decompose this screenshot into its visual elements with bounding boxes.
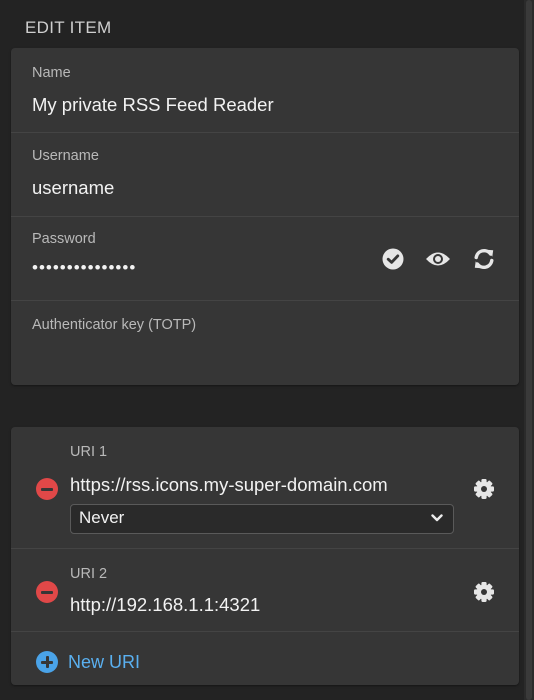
check-password-icon[interactable] [379, 245, 407, 273]
plus-circle-icon [36, 651, 58, 673]
username-label: Username [32, 148, 99, 164]
password-label: Password [32, 231, 96, 247]
uri-1-match-select[interactable]: Never [70, 504, 454, 534]
uri-1-settings-icon[interactable] [470, 475, 498, 503]
remove-uri-2-icon[interactable] [36, 581, 58, 603]
uri-1-input[interactable]: https://rss.icons.my-super-domain.com [70, 474, 388, 496]
totp-field[interactable]: Authenticator key (TOTP) [11, 301, 519, 385]
scrollbar-thumb[interactable] [526, 0, 532, 700]
new-uri-button[interactable]: New URI [36, 649, 140, 675]
uri-2-label: URI 2 [70, 566, 108, 582]
uri-2-settings-icon[interactable] [470, 578, 498, 606]
scrollbar[interactable] [524, 0, 534, 700]
password-input[interactable]: ••••••••••••••• [32, 258, 136, 278]
uri-row-2: URI 2 http://192.168.1.1:4321 [11, 549, 519, 632]
toggle-visibility-icon[interactable] [424, 245, 452, 273]
name-field[interactable]: Name My private RSS Feed Reader [11, 48, 519, 133]
remove-uri-1-icon[interactable] [36, 478, 58, 500]
uris-card: URI 1 https://rss.icons.my-super-domain.… [11, 427, 519, 685]
uri-2-input[interactable]: http://192.168.1.1:4321 [70, 594, 260, 616]
uri-1-match-value: Never [79, 508, 125, 527]
username-field[interactable]: Username username [11, 133, 519, 217]
name-label: Name [32, 65, 71, 81]
uri-1-label: URI 1 [70, 444, 108, 460]
generate-password-icon[interactable] [470, 245, 498, 273]
username-input[interactable]: username [32, 177, 114, 199]
login-card: Name My private RSS Feed Reader Username… [11, 48, 519, 385]
section-title: EDIT ITEM [25, 18, 112, 37]
totp-label: Authenticator key (TOTP) [32, 317, 197, 333]
new-uri-label: New URI [68, 651, 141, 672]
password-field[interactable]: Password ••••••••••••••• [11, 217, 519, 301]
uri-row-1: URI 1 https://rss.icons.my-super-domain.… [11, 427, 519, 549]
name-input[interactable]: My private RSS Feed Reader [32, 94, 274, 116]
chevron-down-icon [431, 514, 443, 522]
